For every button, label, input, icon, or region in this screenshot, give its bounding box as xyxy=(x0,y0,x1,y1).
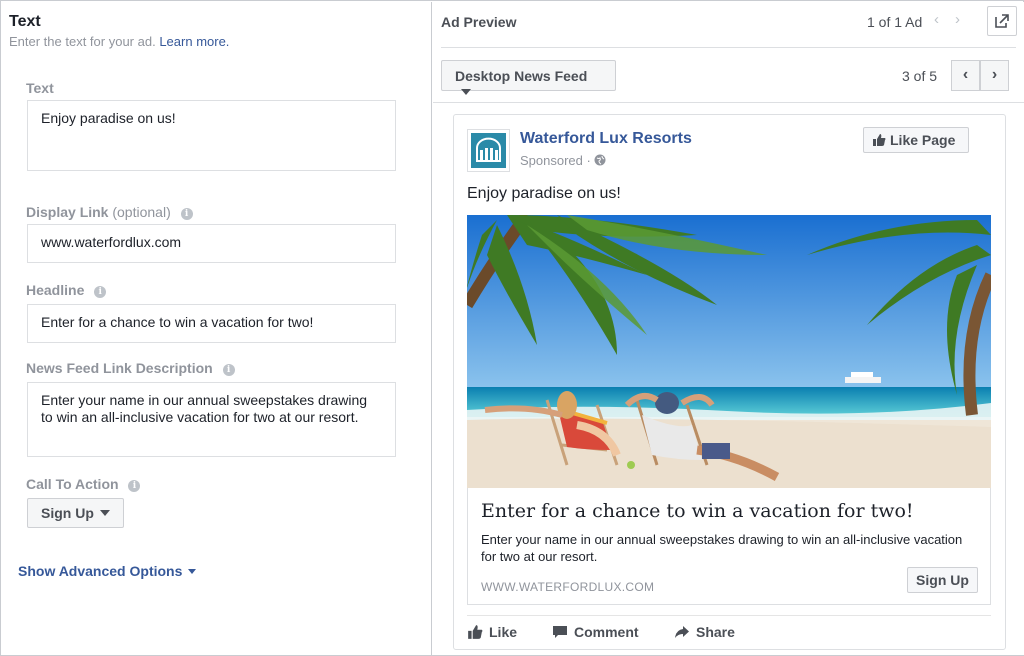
text-label: Text xyxy=(26,80,54,96)
description-field[interactable]: Enter your name in our annual sweepstake… xyxy=(27,382,396,457)
beach-image xyxy=(467,215,991,488)
chevron-right-icon: › xyxy=(991,66,998,83)
chevron-right-icon[interactable]: › xyxy=(955,11,960,28)
share-icon xyxy=(675,626,689,638)
text-panel: Text Enter the text for your ad. Learn m… xyxy=(2,2,432,655)
thumbs-up-icon xyxy=(873,134,886,146)
prev-preview-button[interactable]: ‹ xyxy=(951,60,980,91)
comment-icon xyxy=(553,626,567,638)
logo-icon xyxy=(471,133,506,168)
preview-page-count: 3 of 5 xyxy=(902,68,938,84)
divider xyxy=(433,102,1024,103)
cta-label: Call To Action i xyxy=(26,476,141,492)
share-button[interactable]: Share xyxy=(674,624,735,640)
sponsored-label: Sponsored · xyxy=(520,153,606,168)
sign-up-button[interactable]: Sign Up xyxy=(907,567,978,593)
post-text: Enjoy paradise on us! xyxy=(467,185,621,202)
like-button[interactable]: Like xyxy=(467,624,517,640)
headline-field[interactable]: Enter for a chance to win a vacation for… xyxy=(27,304,396,343)
link-url: WWW.WATERFORDLUX.COM xyxy=(481,580,655,594)
next-preview-button[interactable]: › xyxy=(980,60,1009,91)
link-headline: Enter for a chance to win a vacation for… xyxy=(481,500,914,522)
caret-down-icon xyxy=(461,89,471,95)
comment-button[interactable]: Comment xyxy=(552,624,639,640)
ad-image[interactable] xyxy=(467,215,991,488)
divider xyxy=(467,615,991,616)
caret-down-icon xyxy=(188,569,197,574)
thumbs-up-icon xyxy=(468,625,483,639)
info-icon[interactable]: i xyxy=(128,480,141,492)
chevron-left-icon[interactable]: ‹ xyxy=(934,11,939,28)
show-advanced-options-link[interactable]: Show Advanced Options xyxy=(18,563,197,579)
open-preview-button[interactable] xyxy=(987,6,1017,36)
placement-dropdown[interactable]: Desktop News Feed xyxy=(441,60,616,95)
link-description: Enter your name in our annual sweepstake… xyxy=(481,532,963,564)
panel-title: Text xyxy=(9,13,41,30)
external-link-icon xyxy=(995,14,1009,28)
divider xyxy=(441,47,1016,48)
panel-subtitle: Enter the text for your ad. Learn more. xyxy=(9,34,230,49)
description-label: News Feed Link Description i xyxy=(26,360,235,376)
headline-label: Headline i xyxy=(26,282,107,298)
page-logo[interactable] xyxy=(467,129,510,172)
caret-down-icon xyxy=(99,510,110,516)
chevron-left-icon: ‹ xyxy=(962,66,969,83)
info-icon[interactable]: i xyxy=(94,286,107,298)
preview-title: Ad Preview xyxy=(441,14,517,30)
display-link-label: Display Link (optional) i xyxy=(26,204,193,220)
learn-more-link[interactable]: Learn more. xyxy=(159,34,229,49)
preview-panel: Ad Preview 1 of 1 Ad ‹ › Desktop News Fe… xyxy=(433,2,1024,655)
cta-dropdown[interactable]: Sign Up xyxy=(27,498,124,528)
info-icon[interactable]: i xyxy=(222,364,235,376)
display-link-field[interactable]: www.waterfordlux.com xyxy=(27,224,396,263)
ad-card: Waterford Lux Resorts Sponsored · Like P… xyxy=(453,114,1006,650)
like-page-button[interactable]: Like Page xyxy=(863,127,969,153)
page-name-link[interactable]: Waterford Lux Resorts xyxy=(520,130,692,148)
ad-editor: Text Enter the text for your ad. Learn m… xyxy=(0,0,1024,656)
link-preview[interactable]: Enter for a chance to win a vacation for… xyxy=(467,488,991,605)
info-icon[interactable]: i xyxy=(180,208,193,220)
globe-icon xyxy=(594,154,606,166)
ad-count: 1 of 1 Ad xyxy=(867,14,923,30)
text-field[interactable]: Enjoy paradise on us! xyxy=(27,100,396,171)
